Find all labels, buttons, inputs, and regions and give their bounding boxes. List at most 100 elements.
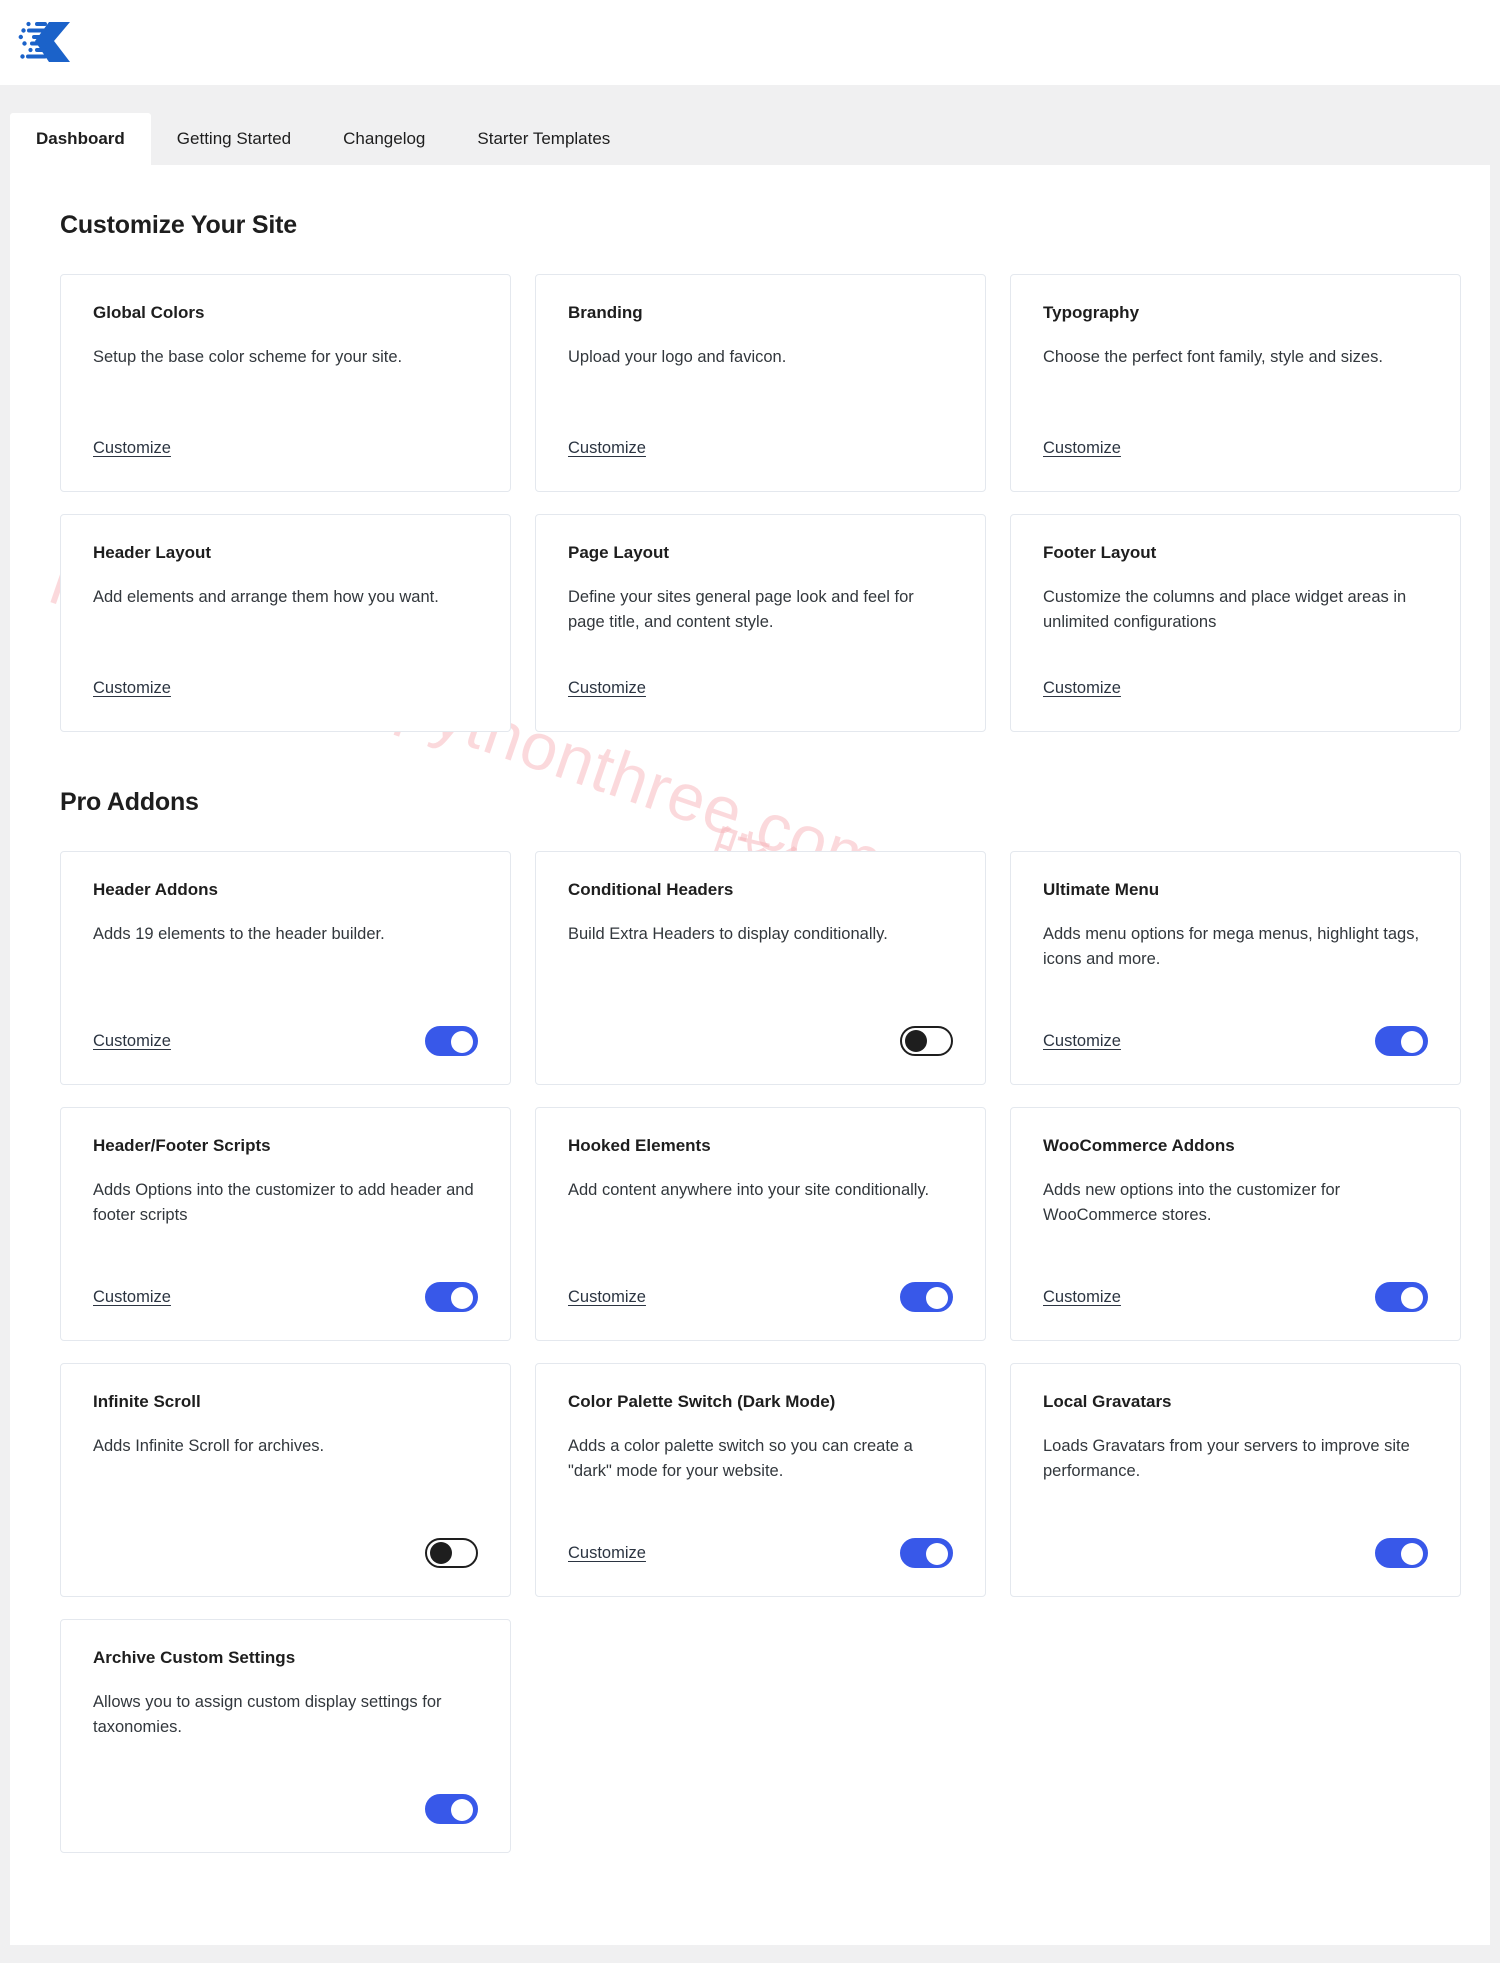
card-woocommerce-addons[interactable]: WooCommerce Addons Adds new options into… bbox=[1010, 1107, 1461, 1341]
page-bottom-spacer bbox=[0, 1945, 1500, 1963]
card-description: Adds Options into the customizer to add … bbox=[93, 1181, 474, 1225]
tab-bar: Dashboard Getting Started Changelog Star… bbox=[0, 85, 1500, 165]
card-header-footer-scripts[interactable]: Header/Footer Scripts Adds Options into … bbox=[60, 1107, 511, 1341]
addon-toggle[interactable] bbox=[900, 1026, 953, 1056]
card-title: Footer Layout bbox=[1043, 543, 1157, 562]
customize-link[interactable]: Customize bbox=[93, 439, 171, 458]
toggle-knob bbox=[430, 1542, 452, 1564]
card-footer: Customize bbox=[1043, 671, 1428, 705]
card-footer: Customize bbox=[93, 1024, 478, 1058]
card-description: Setup the base color scheme for your sit… bbox=[93, 348, 403, 367]
customize-link[interactable]: Customize bbox=[93, 679, 171, 698]
card-title: Archive Custom Settings bbox=[93, 1648, 296, 1667]
card-footer: Customize bbox=[1043, 1024, 1428, 1058]
card-footer bbox=[93, 1536, 478, 1570]
card-title: Page Layout bbox=[568, 543, 670, 562]
card-infinite-scroll[interactable]: Infinite Scroll Adds Infinite Scroll for… bbox=[60, 1363, 511, 1597]
card-branding[interactable]: Branding Upload your logo and favicon. C… bbox=[535, 274, 986, 492]
customize-link[interactable]: Customize bbox=[93, 1288, 171, 1307]
card-title: Header Addons bbox=[93, 880, 219, 899]
card-title: Local Gravatars bbox=[1043, 1392, 1172, 1411]
card-title: Color Palette Switch (Dark Mode) bbox=[568, 1392, 836, 1411]
addon-toggle[interactable] bbox=[1375, 1026, 1428, 1056]
card-title: Infinite Scroll bbox=[93, 1392, 201, 1411]
card-hooked-elements[interactable]: Hooked Elements Add content anywhere int… bbox=[535, 1107, 986, 1341]
card-description: Adds menu options for mega menus, highli… bbox=[1043, 925, 1420, 969]
card-title: Header/Footer Scripts bbox=[93, 1136, 271, 1155]
addon-toggle[interactable] bbox=[425, 1794, 478, 1824]
customize-card-grid: Global Colors Setup the base color schem… bbox=[60, 274, 1461, 732]
toggle-knob bbox=[1401, 1031, 1423, 1053]
card-page-layout[interactable]: Page Layout Define your sites general pa… bbox=[535, 514, 986, 732]
card-footer: Customize bbox=[1043, 1280, 1428, 1314]
customize-link[interactable]: Customize bbox=[568, 1288, 646, 1307]
addon-toggle[interactable] bbox=[1375, 1282, 1428, 1312]
card-description: Adds a color palette switch so you can c… bbox=[568, 1437, 913, 1481]
customize-link[interactable]: Customize bbox=[568, 439, 646, 458]
addon-toggle[interactable] bbox=[1375, 1538, 1428, 1568]
card-global-colors[interactable]: Global Colors Setup the base color schem… bbox=[60, 274, 511, 492]
card-footer bbox=[1043, 1536, 1428, 1570]
card-local-gravatars[interactable]: Local Gravatars Loads Gravatars from you… bbox=[1010, 1363, 1461, 1597]
section-title-pro-addons: Pro Addons bbox=[60, 788, 199, 816]
pro-addons-card-grid: Header Addons Adds 19 elements to the he… bbox=[60, 851, 1461, 1853]
card-description: Allows you to assign custom display sett… bbox=[93, 1693, 442, 1737]
section-title-customize: Customize Your Site bbox=[60, 211, 297, 239]
card-conditional-headers[interactable]: Conditional Headers Build Extra Headers … bbox=[535, 851, 986, 1085]
tab-dashboard[interactable]: Dashboard bbox=[10, 113, 151, 165]
app-header bbox=[0, 0, 1500, 85]
customize-link[interactable]: Customize bbox=[1043, 679, 1121, 698]
card-description: Add content anywhere into your site cond… bbox=[568, 1181, 930, 1200]
customize-link[interactable]: Customize bbox=[568, 679, 646, 698]
customize-link[interactable]: Customize bbox=[1043, 439, 1121, 458]
card-footer: Customize bbox=[568, 1280, 953, 1314]
card-typography[interactable]: Typography Choose the perfect font famil… bbox=[1010, 274, 1461, 492]
card-header-layout[interactable]: Header Layout Add elements and arrange t… bbox=[60, 514, 511, 732]
customize-link[interactable]: Customize bbox=[93, 1032, 171, 1051]
card-description: Choose the perfect font family, style an… bbox=[1043, 348, 1383, 367]
kadence-logo-icon bbox=[18, 16, 80, 68]
addon-toggle[interactable] bbox=[900, 1282, 953, 1312]
customize-link[interactable]: Customize bbox=[1043, 1032, 1121, 1051]
card-title: Ultimate Menu bbox=[1043, 880, 1160, 899]
card-header-addons[interactable]: Header Addons Adds 19 elements to the he… bbox=[60, 851, 511, 1085]
card-footer: Customize bbox=[568, 1536, 953, 1570]
toggle-knob bbox=[1401, 1287, 1423, 1309]
addon-toggle[interactable] bbox=[425, 1538, 478, 1568]
card-description: Add elements and arrange them how you wa… bbox=[93, 588, 439, 607]
card-archive-custom-settings[interactable]: Archive Custom Settings Allows you to as… bbox=[60, 1619, 511, 1853]
addon-toggle[interactable] bbox=[425, 1282, 478, 1312]
addon-toggle[interactable] bbox=[900, 1538, 953, 1568]
customize-link[interactable]: Customize bbox=[568, 1544, 646, 1563]
card-footer bbox=[93, 1792, 478, 1826]
toggle-knob bbox=[451, 1799, 473, 1821]
tab-changelog[interactable]: Changelog bbox=[317, 113, 451, 165]
toggle-knob bbox=[926, 1287, 948, 1309]
toggle-knob bbox=[451, 1031, 473, 1053]
card-title: WooCommerce Addons bbox=[1043, 1136, 1235, 1155]
card-footer-layout[interactable]: Footer Layout Customize the columns and … bbox=[1010, 514, 1461, 732]
card-description: Adds 19 elements to the header builder. bbox=[93, 925, 385, 944]
card-footer: Customize bbox=[93, 1280, 478, 1314]
customize-link[interactable]: Customize bbox=[1043, 1288, 1121, 1307]
card-description: Adds new options into the customizer for… bbox=[1043, 1181, 1341, 1225]
card-title: Global Colors bbox=[93, 303, 205, 322]
card-title: Conditional Headers bbox=[568, 880, 734, 899]
toggle-knob bbox=[451, 1287, 473, 1309]
dashboard-panel: https://www.pythonthree.com 晓得博客 Customi… bbox=[10, 165, 1490, 1945]
addon-toggle[interactable] bbox=[425, 1026, 478, 1056]
card-footer: Customize bbox=[568, 431, 953, 465]
card-footer: Customize bbox=[1043, 431, 1428, 465]
card-footer: Customize bbox=[93, 431, 478, 465]
card-color-palette-switch[interactable]: Color Palette Switch (Dark Mode) Adds a … bbox=[535, 1363, 986, 1597]
card-description: Adds Infinite Scroll for archives. bbox=[93, 1437, 325, 1456]
card-footer: Customize bbox=[93, 671, 478, 705]
card-description: Define your sites general page look and … bbox=[568, 588, 914, 632]
card-description: Build Extra Headers to display condition… bbox=[568, 925, 888, 944]
card-ultimate-menu[interactable]: Ultimate Menu Adds menu options for mega… bbox=[1010, 851, 1461, 1085]
toggle-knob bbox=[926, 1543, 948, 1565]
tab-starter-templates[interactable]: Starter Templates bbox=[451, 113, 636, 165]
card-footer: Customize bbox=[568, 671, 953, 705]
tab-getting-started[interactable]: Getting Started bbox=[151, 113, 317, 165]
toggle-knob bbox=[1401, 1543, 1423, 1565]
